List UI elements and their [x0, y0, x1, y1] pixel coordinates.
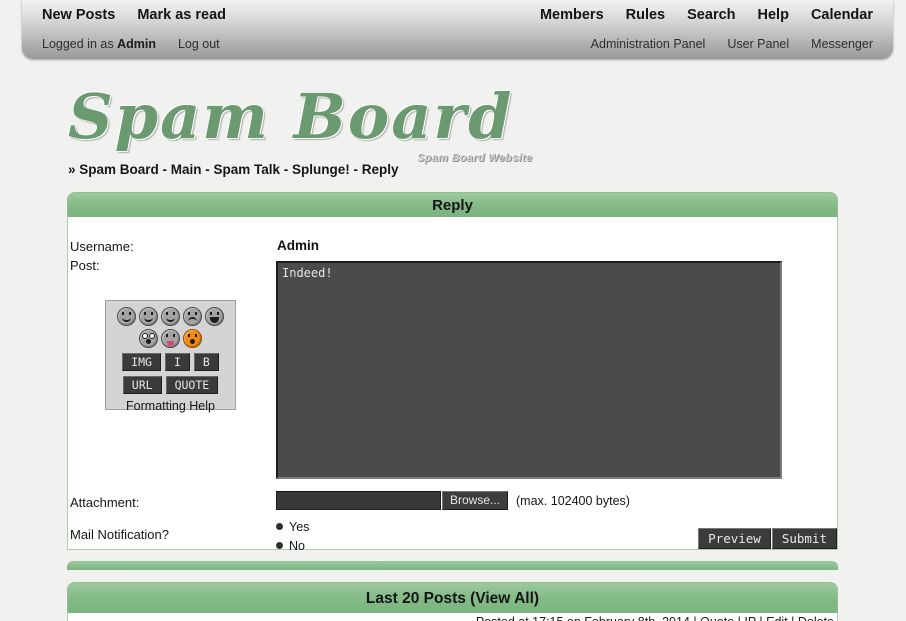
site-logo[interactable]: Spam Board: [68, 80, 513, 153]
mail-notification-label: Mail Notification?: [70, 527, 169, 542]
nav-search[interactable]: Search: [687, 7, 735, 23]
logged-in-username: Admin: [117, 36, 156, 51]
breadcrumb[interactable]: » Spam Board - Main - Spam Talk - Splung…: [68, 162, 399, 177]
nav-members[interactable]: Members: [540, 7, 604, 23]
smiley-wink-icon[interactable]: [161, 307, 180, 326]
smiley-row-2: [106, 329, 235, 348]
browse-button[interactable]: Browse...: [442, 491, 509, 510]
radio-icon-no[interactable]: [276, 542, 283, 549]
reply-form-panel: Reply Username: Admin Post: IMG I B URL …: [67, 192, 838, 553]
smiley-sad-icon[interactable]: [183, 307, 202, 326]
smiley-smile-icon[interactable]: [117, 307, 136, 326]
nav-secondary-left-group: Logged in as Admin Log out: [42, 37, 220, 51]
site-branding: Spam Board Spam Board Website » Spam Boa…: [0, 80, 906, 185]
username-label: Username:: [70, 239, 134, 254]
nav-row-secondary: Logged in as Admin Log out Administratio…: [22, 29, 893, 58]
last-posts-body: Posted at 17:15 on February 8th, 2014 | …: [67, 613, 838, 621]
attachment-row: Browse... (max. 102400 bytes): [276, 491, 630, 510]
nav-secondary-right-group: Administration Panel User Panel Messenge…: [591, 37, 873, 51]
attachment-size-note: (max. 102400 bytes): [516, 493, 630, 508]
mail-notification-no[interactable]: No: [276, 536, 309, 555]
nav-mark-as-read[interactable]: Mark as read: [137, 7, 226, 23]
format-button-row-2: URL QUOTE: [106, 376, 235, 394]
nav-log-out[interactable]: Log out: [178, 37, 220, 51]
format-button-quote[interactable]: QUOTE: [165, 376, 219, 394]
last-posts-panel: Last 20 Posts (View All) Posted at 17:15…: [67, 582, 838, 621]
format-button-bold[interactable]: B: [193, 353, 219, 371]
nav-rules[interactable]: Rules: [626, 7, 666, 23]
submit-button[interactable]: Submit: [771, 528, 837, 549]
nav-new-posts[interactable]: New Posts: [42, 7, 115, 23]
mail-notification-yes[interactable]: Yes: [276, 517, 309, 536]
page-root: New Posts Mark as read Members Rules Sea…: [0, 0, 906, 621]
format-button-row-1: IMG I B: [106, 353, 235, 371]
site-logo-subtitle: Spam Board Website: [417, 152, 533, 164]
post-label: Post:: [70, 258, 100, 273]
nav-user-panel[interactable]: User Panel: [727, 37, 789, 51]
reply-action-buttons: Preview Submit: [698, 528, 837, 549]
nav-primary-left-group: New Posts Mark as read: [42, 7, 226, 23]
logged-in-status: Logged in as Admin: [42, 37, 156, 51]
smiley-surprised-icon[interactable]: [139, 329, 158, 348]
smiley-row-1: [106, 307, 235, 326]
smiley-grin-icon[interactable]: [205, 307, 224, 326]
format-button-italic[interactable]: I: [164, 353, 190, 371]
mail-notification-options: Yes No: [276, 517, 309, 555]
nav-row-primary: New Posts Mark as read Members Rules Sea…: [22, 0, 893, 29]
formatting-help-link[interactable]: Formatting Help: [106, 399, 235, 413]
nav-messenger[interactable]: Messenger: [811, 37, 873, 51]
reply-form-body: Username: Admin Post: IMG I B URL QUOTE …: [67, 217, 838, 553]
nav-administration-panel[interactable]: Administration Panel: [591, 37, 706, 51]
mail-notification-yes-label: Yes: [289, 519, 310, 534]
smiley-neutral-icon[interactable]: [139, 307, 158, 326]
mail-notification-no-label: No: [289, 538, 305, 553]
smiley-tongue-icon[interactable]: [161, 329, 180, 348]
username-value: Admin: [277, 238, 319, 253]
reply-panel-title: Reply: [67, 192, 838, 217]
logged-in-prefix: Logged in as: [42, 36, 118, 51]
nav-calendar[interactable]: Calendar: [811, 7, 873, 23]
attachment-label: Attachment:: [70, 495, 140, 510]
post-meta-line[interactable]: Posted at 17:15 on February 8th, 2014 | …: [476, 615, 834, 621]
preview-button[interactable]: Preview: [698, 528, 771, 549]
format-button-img[interactable]: IMG: [122, 353, 161, 371]
section-divider-bar: [67, 561, 838, 570]
top-navigation-bar: New Posts Mark as read Members Rules Sea…: [22, 0, 893, 59]
nav-primary-right-group: Members Rules Search Help Calendar: [540, 7, 873, 23]
nav-help[interactable]: Help: [758, 7, 789, 23]
last-posts-title[interactable]: Last 20 Posts (View All): [67, 582, 838, 613]
formatting-toolbox: IMG I B URL QUOTE Formatting Help: [105, 300, 236, 413]
attachment-input[interactable]: [276, 491, 441, 510]
radio-icon-yes[interactable]: [276, 523, 283, 530]
smiley-shocked-icon[interactable]: [183, 329, 202, 348]
post-textarea[interactable]: [276, 261, 782, 479]
format-button-url[interactable]: URL: [122, 376, 162, 394]
